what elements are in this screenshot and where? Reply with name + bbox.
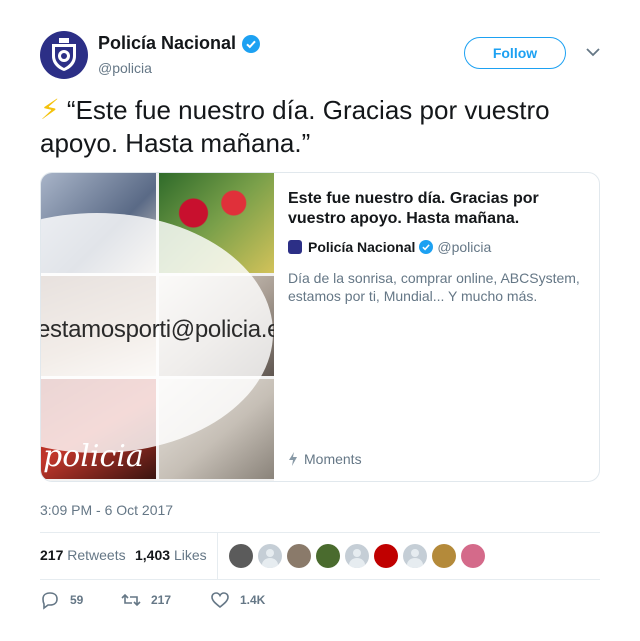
author-display-name[interactable]: Policía Nacional: [98, 33, 236, 54]
tweet-header: Policía Nacional @policia Follow: [40, 31, 600, 81]
retweets-stat-label: Retweets: [67, 547, 126, 563]
divider: [40, 579, 600, 580]
card-author-name: Policía Nacional: [308, 239, 416, 255]
chevron-down-icon[interactable]: [586, 47, 600, 57]
lightning-emoji: ⚡: [40, 94, 60, 125]
collage-email-text: estamosporti@policia.es: [41, 316, 274, 343]
tweet-actions: 59 217 1.4K: [40, 590, 265, 610]
author-handle[interactable]: @policia: [98, 60, 260, 76]
retweets-stat-count: 217: [40, 547, 64, 563]
liker-avatar[interactable]: [287, 544, 311, 568]
likes-stat-count: 1,403: [135, 547, 171, 563]
like-count: 1.4K: [240, 593, 266, 607]
follow-button[interactable]: Follow: [464, 37, 566, 69]
tweet-timestamp[interactable]: 3:09 PM - 6 Oct 2017: [40, 502, 173, 518]
retweet-button[interactable]: 217: [121, 590, 210, 610]
card-title: Este fue nuestro día. Gracias por vuestr…: [288, 190, 539, 227]
reply-icon: [42, 592, 58, 610]
card-author-handle: @policia: [437, 239, 492, 255]
moments-label: Moments: [304, 451, 362, 467]
liker-avatar[interactable]: [432, 544, 456, 568]
stats-separator: [217, 532, 218, 579]
liker-avatar[interactable]: [403, 544, 427, 568]
like-button[interactable]: 1.4K: [210, 590, 265, 610]
retweet-count: 217: [151, 593, 172, 607]
tweet-text: ⚡ “Este fue nuestro día. Gracias por vue…: [40, 93, 605, 160]
tweet-stats: 217 Retweets 1,403 Likes: [40, 532, 600, 579]
liker-avatar[interactable]: [229, 544, 253, 568]
likes-stat[interactable]: 1,403 Likes: [135, 547, 207, 563]
tweet-body: “Este fue nuestro día. Gracias por vuest…: [40, 95, 550, 158]
retweet-icon: [121, 593, 141, 607]
collage-logo-text: policia: [43, 439, 144, 474]
card-author-avatar: [288, 240, 302, 254]
liker-avatar[interactable]: [461, 544, 485, 568]
author-avatar[interactable]: [40, 31, 88, 79]
liker-avatar[interactable]: [374, 544, 398, 568]
reply-count: 59: [70, 593, 84, 607]
police-shield-emblem-icon: [52, 38, 76, 71]
card-footer: Moments: [288, 451, 362, 467]
likes-stat-label: Likes: [173, 547, 207, 563]
reply-button[interactable]: 59: [40, 590, 121, 610]
retweets-stat[interactable]: 217 Retweets: [40, 547, 126, 563]
liker-avatars: [229, 544, 490, 568]
verified-badge-icon: [419, 240, 434, 254]
moment-card[interactable]: estamosporti@policia.es policia Este fue…: [40, 172, 600, 482]
lightning-bolt-icon: [289, 452, 297, 466]
card-author: Policía Nacional @policia: [288, 239, 588, 255]
liker-avatar[interactable]: [316, 544, 340, 568]
liker-avatar[interactable]: [345, 544, 369, 568]
liker-avatar[interactable]: [258, 544, 282, 568]
verified-badge-icon: [242, 34, 261, 53]
card-image-collage: estamosporti@policia.es policia: [41, 173, 274, 481]
heart-icon: [211, 592, 229, 609]
card-description: Día de la sonrisa, comprar online, ABCSy…: [288, 270, 580, 304]
